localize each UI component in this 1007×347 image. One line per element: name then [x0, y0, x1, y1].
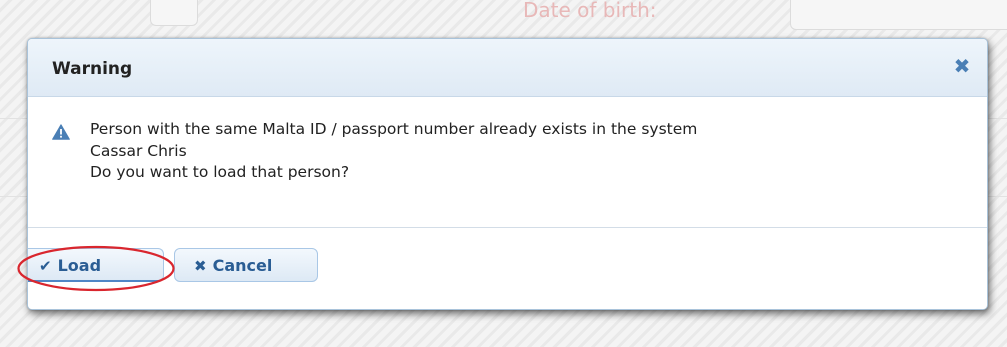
dialog-footer: ✔ Load ✖ Cancel	[28, 227, 987, 309]
background-field-left	[150, 0, 198, 26]
person-name: Cassar Chris	[90, 141, 187, 160]
cancel-button[interactable]: ✖ Cancel	[174, 248, 318, 282]
message-question: Do you want to load that person?	[90, 163, 350, 181]
dialog-header: Warning ✖	[28, 39, 987, 97]
checkmark-icon: ✔	[39, 257, 52, 275]
close-icon[interactable]: ✖	[951, 55, 973, 77]
load-button-label: Load	[57, 256, 102, 275]
message-line: Person with the same Malta ID / passport…	[90, 120, 698, 138]
date-of-birth-label: Date of birth:	[523, 0, 657, 22]
cancel-button-label: Cancel	[212, 256, 273, 275]
warning-dialog: Warning ✖ Person with the same Malta ID …	[27, 38, 988, 310]
warning-triangle-icon	[52, 124, 70, 140]
dialog-title: Warning	[52, 59, 133, 79]
x-icon: ✖	[194, 257, 207, 275]
background-field-right	[790, 0, 1007, 30]
load-button[interactable]: ✔ Load	[28, 248, 164, 282]
warning-message: Person with the same Malta ID / passport…	[90, 119, 697, 184]
dialog-body: Person with the same Malta ID / passport…	[28, 97, 987, 227]
